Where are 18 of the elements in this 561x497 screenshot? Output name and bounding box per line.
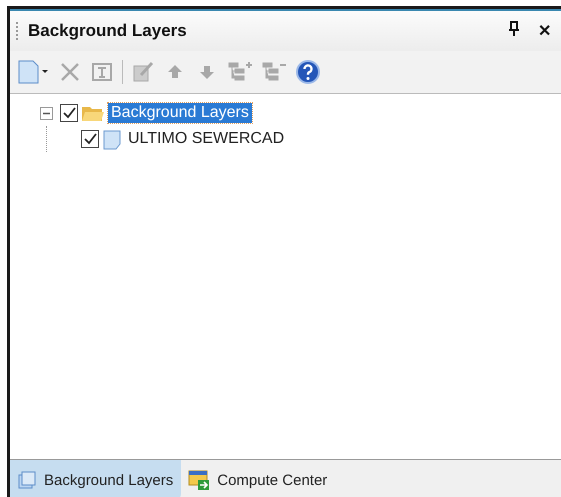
- tab[interactable]: Compute Center: [181, 460, 336, 497]
- checkbox[interactable]: [60, 104, 78, 122]
- checkbox[interactable]: [81, 130, 99, 148]
- layer-icon: [102, 128, 122, 150]
- help-icon: [295, 59, 321, 85]
- properties-icon: [90, 60, 114, 84]
- collapse-icon[interactable]: [40, 106, 53, 120]
- edit-icon: [131, 60, 155, 84]
- tree-item[interactable]: Background Layers: [108, 103, 252, 123]
- compute-icon: [187, 469, 212, 491]
- close-button[interactable]: ✕: [538, 21, 551, 41]
- new-document-icon: [16, 59, 50, 85]
- toolbar-button[interactable]: [16, 59, 50, 85]
- toolbar-button[interactable]: [295, 59, 321, 85]
- tree-item[interactable]: ULTIMO SEWERCAD: [125, 129, 288, 149]
- tab[interactable]: Background Layers: [10, 460, 182, 497]
- layers-icon: [16, 469, 38, 491]
- panel-title: Background Layers: [28, 21, 188, 41]
